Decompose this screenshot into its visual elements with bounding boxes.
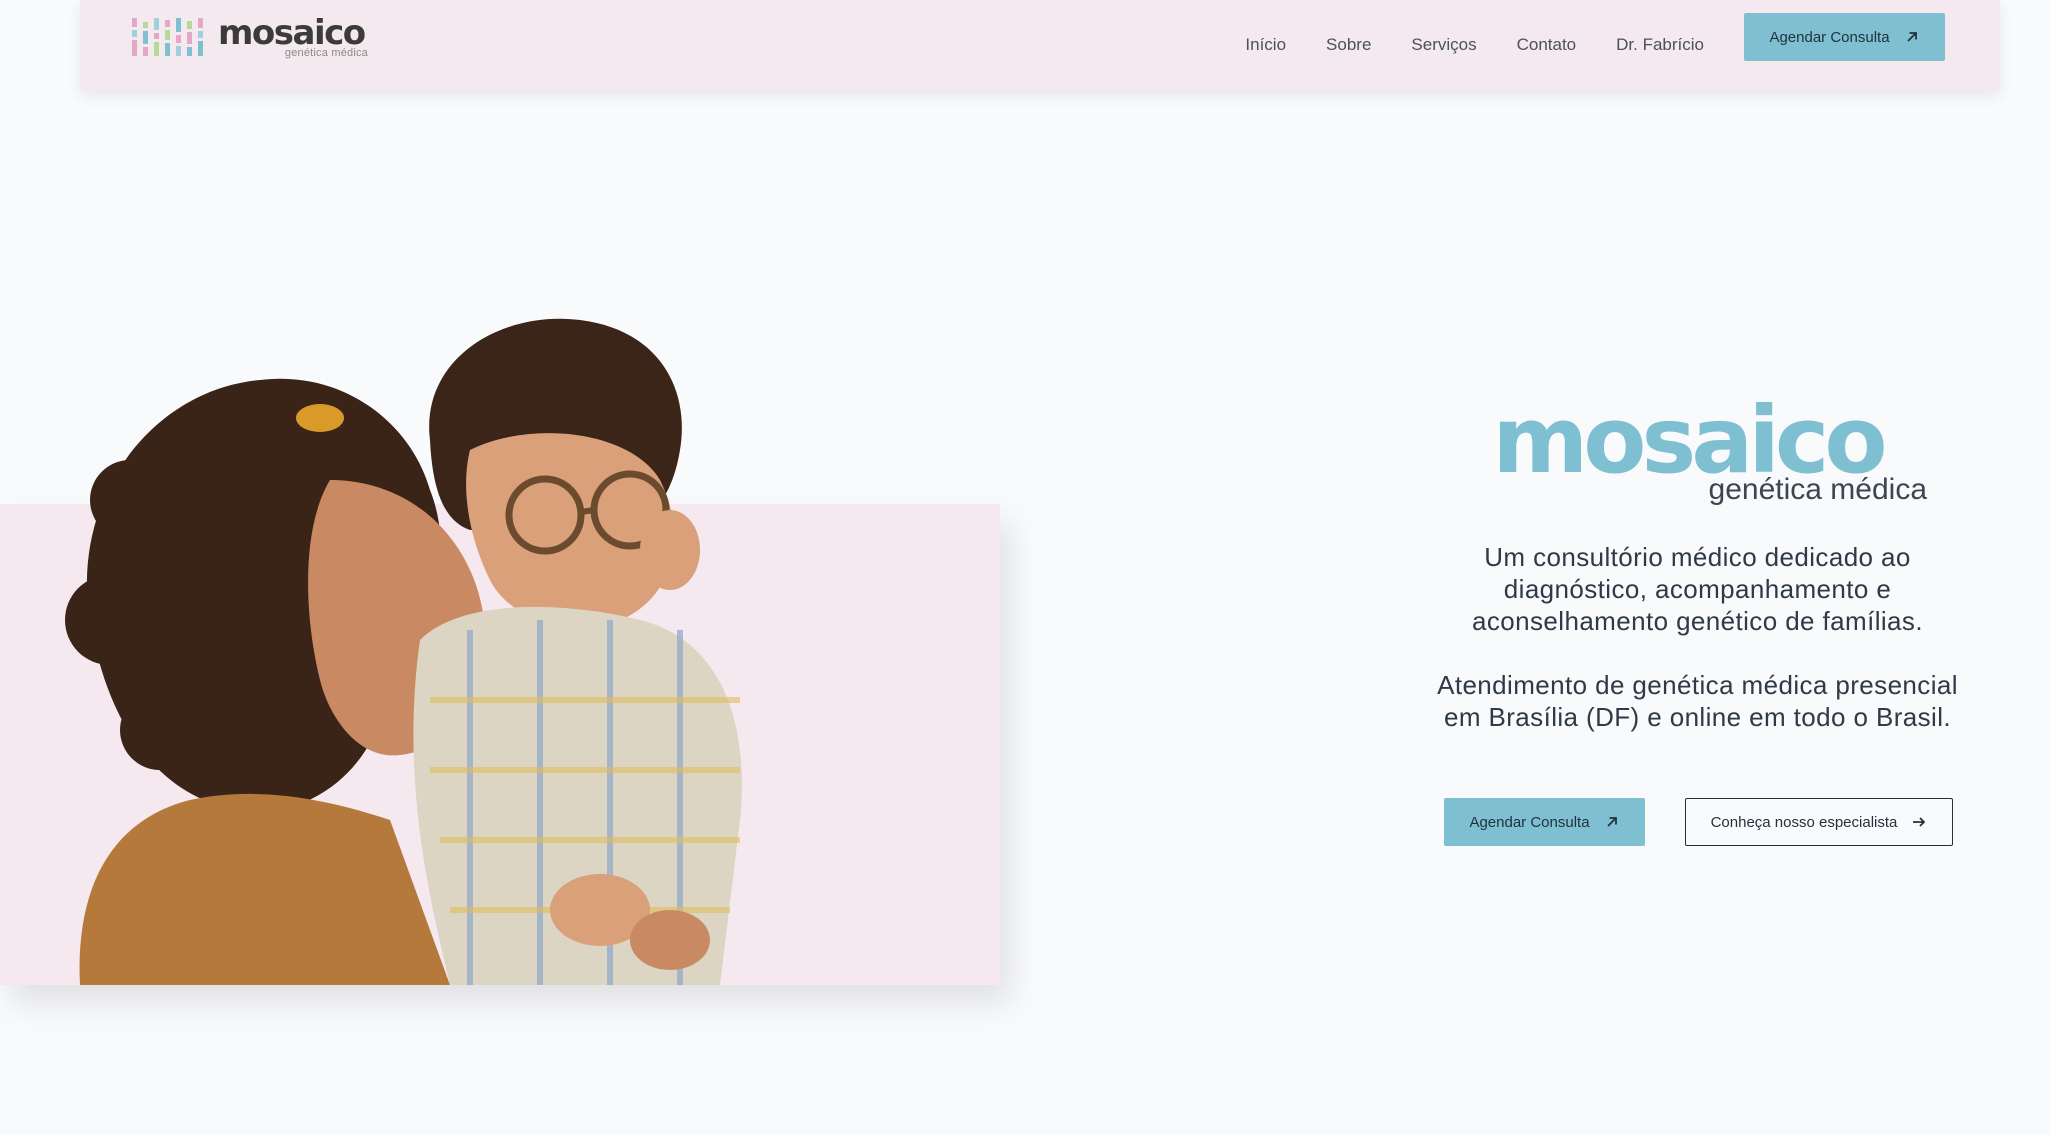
mother-and-child-photo [65,318,742,985]
hero-schedule-button[interactable]: Agendar Consulta [1444,798,1645,846]
hero-actions: Agendar Consulta Conheça nosso especiali… [1444,798,1974,846]
nav-link-servicos[interactable]: Serviços [1411,35,1476,55]
header-schedule-label: Agendar Consulta [1769,28,1890,46]
logo-word: mosaico [218,13,366,53]
arrow-up-right-icon [1606,817,1617,827]
hero-tagline-primary: Um consultório médico dedicado ao diagnó… [1472,542,1923,636]
logo-subtitle: genética médica [284,47,368,59]
hero-image-area [0,300,1000,985]
site-header: mosaico genética médica Início Sobre Ser… [80,0,2000,90]
nav-link-dr-fabricio[interactable]: Dr. Fabrício [1616,35,1704,55]
arrow-up-right-icon [1906,32,1917,42]
nav-link-sobre[interactable]: Sobre [1326,35,1371,55]
hero-tagline-secondary: Atendimento de genética médica presencia… [1437,670,1958,732]
logo-wordmark: mosaico genética médica [218,16,368,60]
nav-link-inicio[interactable]: Início [1245,35,1286,55]
site-logo[interactable]: mosaico genética médica [130,16,368,60]
arrow-right-icon [1913,817,1926,827]
header-schedule-button[interactable]: Agendar Consulta [1744,13,1945,61]
hero-schedule-label: Agendar Consulta [1469,813,1590,831]
nav-link-contato[interactable]: Contato [1517,35,1577,55]
mosaic-logo-icon [132,18,203,56]
meet-specialist-label: Conheça nosso especialista [1710,813,1898,831]
meet-specialist-button[interactable]: Conheça nosso especialista [1685,798,1953,846]
hero-content: mosaico genética médica Um consultório m… [1430,395,1965,846]
main-nav: Início Sobre Serviços Contato Dr. Fabríc… [1205,0,1704,90]
